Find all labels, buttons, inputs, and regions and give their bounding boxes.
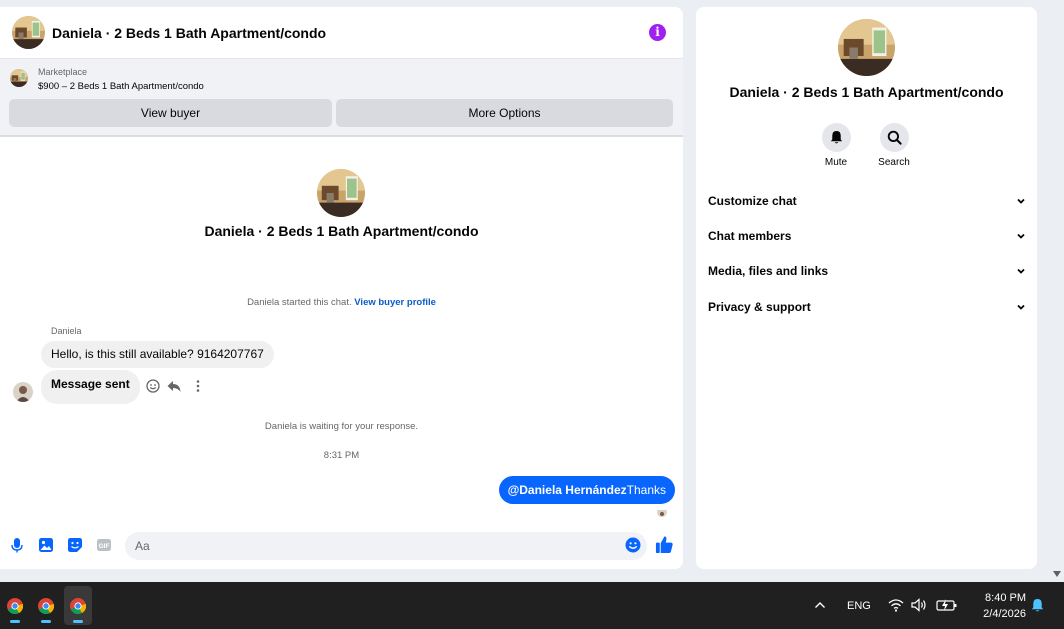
language-indicator[interactable]: ENG: [847, 600, 871, 612]
chat-profile-avatar[interactable]: [317, 169, 365, 217]
chevron-down-icon: [1017, 198, 1025, 204]
microphone-icon[interactable]: [9, 537, 25, 553]
taskbar-chrome-app[interactable]: [32, 586, 60, 625]
notification-bell-icon[interactable]: [1030, 598, 1045, 613]
mute-circle[interactable]: [821, 123, 851, 152]
system-started-text: Daniela started this chat.: [247, 297, 352, 308]
privacy-support-section[interactable]: Privacy & support: [708, 297, 1026, 317]
media-files-links-section[interactable]: Media, files and links: [708, 261, 1026, 281]
incoming-message[interactable]: Message sent: [41, 370, 140, 404]
more-actions-icon[interactable]: [190, 378, 206, 394]
outgoing-message[interactable]: @Daniela HernándezThanks: [498, 476, 675, 504]
chat-profile-title: Daniela · 2 Beds 1 Bath Apartment/condo: [204, 223, 479, 239]
wifi-icon[interactable]: [888, 598, 904, 612]
view-buyer-profile-link[interactable]: View buyer profile: [354, 297, 436, 308]
message-input[interactable]: [125, 532, 647, 560]
section-label: Chat members: [708, 229, 792, 243]
svg-text:GIF: GIF: [99, 543, 110, 550]
thumbs-up-icon[interactable]: [655, 535, 674, 554]
sender-avatar[interactable]: [13, 382, 33, 402]
chevron-up-icon[interactable]: [814, 600, 826, 610]
search-button[interactable]: Search: [866, 123, 922, 168]
scroll-down-arrow-icon[interactable]: [1052, 570, 1062, 578]
chrome-icon: [7, 598, 23, 614]
chat-title[interactable]: Daniela · 2 Beds 1 Bath Apartment/condo: [52, 25, 326, 41]
info-icon[interactable]: i: [649, 24, 666, 41]
outgoing-message-text: Thanks: [626, 483, 666, 497]
conversation-title: Daniela · 2 Beds 1 Bath Apartment/condo: [729, 84, 1004, 100]
running-indicator: [73, 620, 83, 623]
chat-header: Daniela · 2 Beds 1 Bath Apartment/condo …: [0, 7, 683, 59]
view-buyer-button[interactable]: View buyer: [9, 99, 332, 127]
bell-icon: [830, 130, 842, 144]
seen-indicator-avatar: [657, 507, 667, 517]
clock-time[interactable]: 8:40 PM: [970, 592, 1026, 604]
gif-icon[interactable]: GIF: [96, 537, 112, 553]
chrome-icon: [70, 598, 86, 614]
chrome-icon: [38, 598, 54, 614]
conversation-avatar[interactable]: [838, 19, 895, 76]
chevron-down-icon: [1017, 304, 1025, 310]
system-message-waiting: Daniela is waiting for your response.: [264, 421, 419, 432]
taskbar-chrome-app[interactable]: [64, 586, 92, 625]
taskbar-chrome-app[interactable]: [1, 586, 29, 625]
listing-thumbnail[interactable]: [10, 69, 28, 87]
incoming-message[interactable]: Hello, is this still available? 91642077…: [41, 341, 274, 368]
clock-date[interactable]: 2/4/2026: [970, 608, 1026, 620]
customize-chat-section[interactable]: Customize chat: [708, 191, 1026, 211]
chat-members-section[interactable]: Chat members: [708, 226, 1026, 246]
conversation-info-panel: Daniela · 2 Beds 1 Bath Apartment/condo …: [696, 7, 1037, 569]
marketplace-bar: Marketplace $900 – 2 Beds 1 Bath Apartme…: [0, 59, 683, 137]
section-label: Media, files and links: [708, 264, 829, 278]
sender-name: Daniela: [51, 326, 82, 336]
react-icon[interactable]: [145, 378, 161, 394]
mute-button[interactable]: Mute: [808, 123, 864, 168]
listing-title[interactable]: $900 – 2 Beds 1 Bath Apartment/condo: [38, 81, 204, 92]
sticker-icon[interactable]: [67, 537, 83, 553]
battery-charging-icon[interactable]: [936, 598, 958, 612]
running-indicator: [41, 620, 51, 623]
more-options-button[interactable]: More Options: [336, 99, 673, 127]
mute-label: Mute: [824, 157, 848, 168]
chat-avatar[interactable]: [12, 16, 45, 49]
image-icon[interactable]: [38, 537, 54, 553]
message-composer: GIF: [0, 526, 683, 566]
system-message-started: Daniela started this chat. View buyer pr…: [0, 297, 683, 308]
chevron-down-icon: [1017, 233, 1025, 239]
message-timestamp: 8:31 PM: [323, 450, 360, 461]
running-indicator: [10, 620, 20, 623]
section-label: Customize chat: [708, 194, 797, 208]
chat-panel: Daniela · 2 Beds 1 Bath Apartment/condo …: [0, 7, 683, 569]
search-circle[interactable]: [879, 123, 909, 152]
volume-icon[interactable]: [911, 598, 927, 612]
taskbar: ENG 8:40 PM 2/4/2026: [0, 582, 1064, 629]
section-label: Privacy & support: [708, 300, 811, 314]
search-label: Search: [878, 157, 910, 168]
marketplace-label: Marketplace: [38, 67, 88, 77]
chevron-down-icon: [1017, 268, 1025, 274]
emoji-icon[interactable]: [625, 537, 641, 553]
mention[interactable]: @Daniela Hernández: [508, 483, 627, 497]
search-icon: [887, 130, 902, 145]
reply-icon[interactable]: [166, 378, 182, 394]
